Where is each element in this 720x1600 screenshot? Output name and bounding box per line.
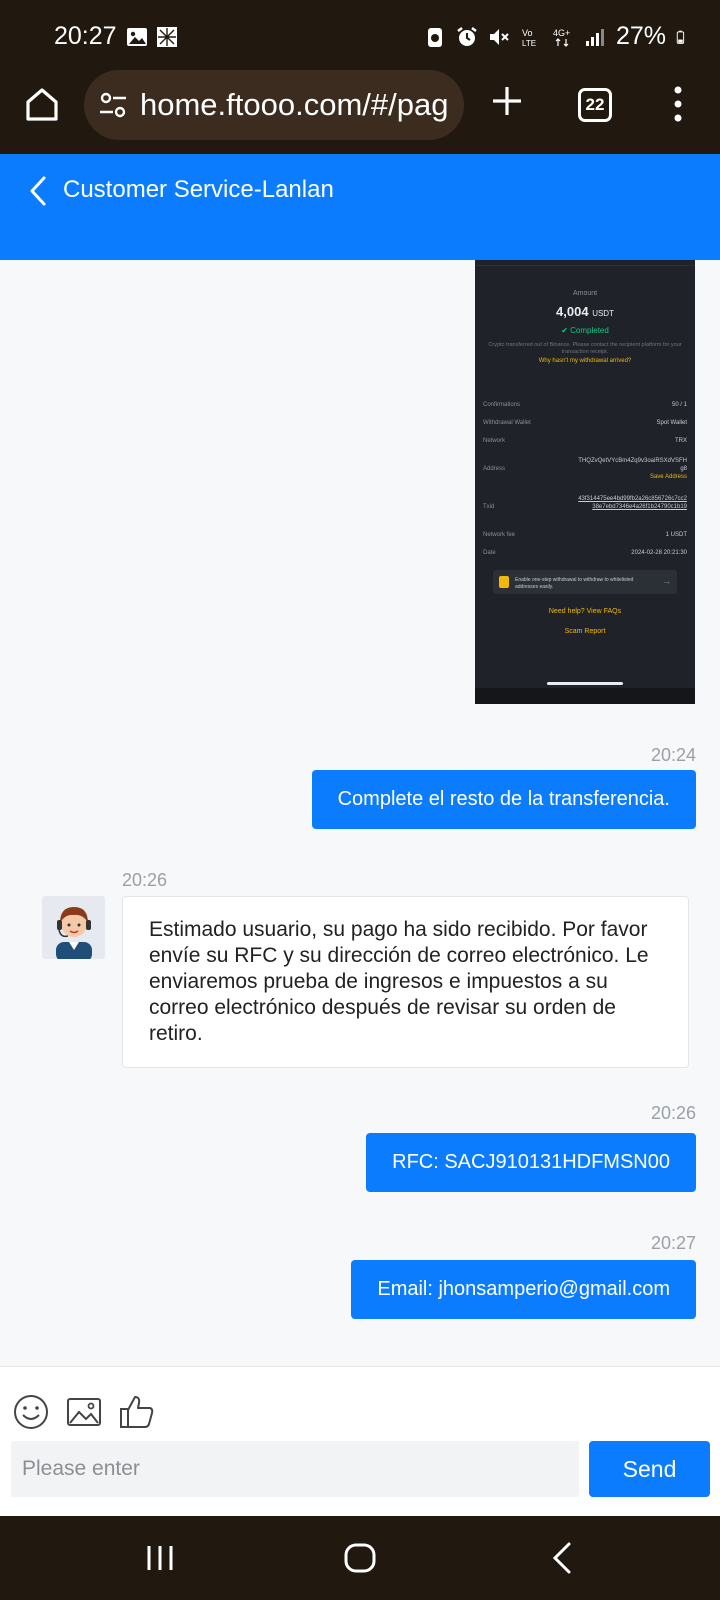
row-confirmations: Confirmations 50 / 1	[483, 402, 687, 408]
image-upload-icon[interactable]	[65, 1393, 103, 1431]
shield-icon	[499, 576, 509, 588]
battery-percent: 27%	[615, 22, 666, 50]
transfer-note: Crypto transferred out of Binance. Pleas…	[488, 342, 682, 356]
arrow-right-icon: →	[662, 576, 671, 586]
amount-label: Amount	[572, 290, 598, 297]
message-timestamp: 20:27	[650, 1233, 696, 1253]
chat-messages[interactable]: Amount 4,004 USDT ✔ Completed Crypto tra…	[0, 260, 720, 1365]
home-icon[interactable]	[22, 84, 62, 124]
status-bar: 20:27 Vo LTE 4G+ 27%	[0, 0, 720, 70]
image-icon	[127, 28, 147, 46]
home-button-icon[interactable]	[340, 1538, 380, 1578]
row-network: Network TRX	[483, 438, 687, 444]
recent-apps-icon[interactable]	[140, 1538, 180, 1578]
withdrawal-screenshot-image[interactable]: Amount 4,004 USDT ✔ Completed Crypto tra…	[475, 260, 695, 704]
message-input[interactable]	[11, 1441, 579, 1497]
home-indicator	[547, 682, 623, 685]
url-text: home.ftooo.com/#/pag	[140, 87, 449, 122]
site-settings-icon[interactable]	[96, 88, 130, 122]
message-timestamp: 20:24	[650, 745, 696, 765]
amount-value: 4,004 USDT	[475, 304, 695, 319]
screenshot-bottom-bar	[475, 688, 695, 704]
emoji-icon[interactable]	[12, 1393, 50, 1431]
agent-avatar	[42, 896, 105, 959]
back-arrow-icon[interactable]	[26, 174, 50, 208]
scam-report-link: Scam Report	[564, 628, 606, 635]
svg-text:4G+: 4G+	[553, 28, 570, 38]
alarm-icon	[457, 26, 477, 46]
chat-header: Customer Service-Lanlan	[0, 154, 720, 260]
battery-icon	[676, 30, 685, 44]
thumbs-up-icon[interactable]	[118, 1393, 156, 1431]
agent-avatar-icon	[56, 907, 92, 959]
check-circle-icon: ✔	[561, 326, 568, 335]
address-bar[interactable]: home.ftooo.com/#/pag	[84, 70, 464, 140]
chat-title: Customer Service-Lanlan	[63, 176, 334, 203]
svg-text:Vo: Vo	[522, 28, 533, 38]
incoming-message[interactable]: Estimado usuario, su pago ha sido recibi…	[122, 896, 689, 1068]
save-address-link: Save Address	[649, 473, 687, 480]
outgoing-message[interactable]: Email: jhonsamperio@gmail.com	[351, 1260, 696, 1319]
row-txid: Txid 43f314475ee4bd99fb2a26c856726c7cc238…	[483, 496, 687, 510]
row-fee: Network fee 1 USDT	[483, 532, 687, 538]
system-navigation-bar	[0, 1516, 720, 1600]
signal-icon	[585, 28, 604, 46]
outgoing-message[interactable]: Complete el resto de la transferencia.	[311, 770, 696, 829]
amount-unit: USDT	[592, 309, 614, 318]
battery-saver-icon	[427, 27, 442, 47]
back-button-icon[interactable]	[543, 1538, 583, 1578]
gallery-icon	[157, 27, 177, 47]
4g-icon: 4G+	[553, 28, 570, 47]
message-timestamp: 20:26	[650, 1103, 696, 1123]
browser-toolbar: home.ftooo.com/#/pag 22	[0, 70, 720, 154]
status-text: Completed	[570, 326, 609, 335]
why-link: Why hasn't my withdrawal arrived?	[538, 358, 632, 364]
more-options-icon[interactable]	[670, 84, 686, 124]
send-button[interactable]: Send	[589, 1441, 710, 1497]
screenshot-header	[475, 260, 695, 266]
status-right-icons: Vo LTE 4G+ 27%	[424, 22, 690, 51]
new-tab-icon[interactable]	[490, 84, 524, 118]
volte-icon: VoLTE	[522, 28, 536, 48]
outgoing-message[interactable]: RFC: SACJ910131HDFMSN00	[366, 1133, 696, 1192]
row-address: Address THQZvQetVYcBm4Zq9v3oaiRSXdVSFHg8 S…	[483, 458, 687, 480]
message-timestamp: 20:26	[122, 870, 168, 890]
status-completed: ✔ Completed	[475, 326, 695, 335]
help-link: Need help? View FAQs	[548, 608, 622, 615]
one-step-banner: Enable one-step withdrawal to withdraw t…	[493, 570, 677, 594]
mute-icon	[489, 28, 509, 45]
message-composer: Send	[0, 1366, 720, 1516]
status-time: 20:27	[54, 22, 117, 50]
svg-text:LTE: LTE	[522, 39, 536, 48]
banner-text: Enable one-step withdrawal to withdraw t…	[515, 577, 634, 590]
status-left-icons	[126, 26, 178, 48]
row-date: Date 2024-02-28 20:21:30	[483, 550, 687, 556]
tab-count-button[interactable]: 22	[578, 88, 612, 122]
row-wallet: Withdrawal Wallet Spot Wallet	[483, 420, 687, 426]
amount-number: 4,004	[556, 304, 589, 319]
